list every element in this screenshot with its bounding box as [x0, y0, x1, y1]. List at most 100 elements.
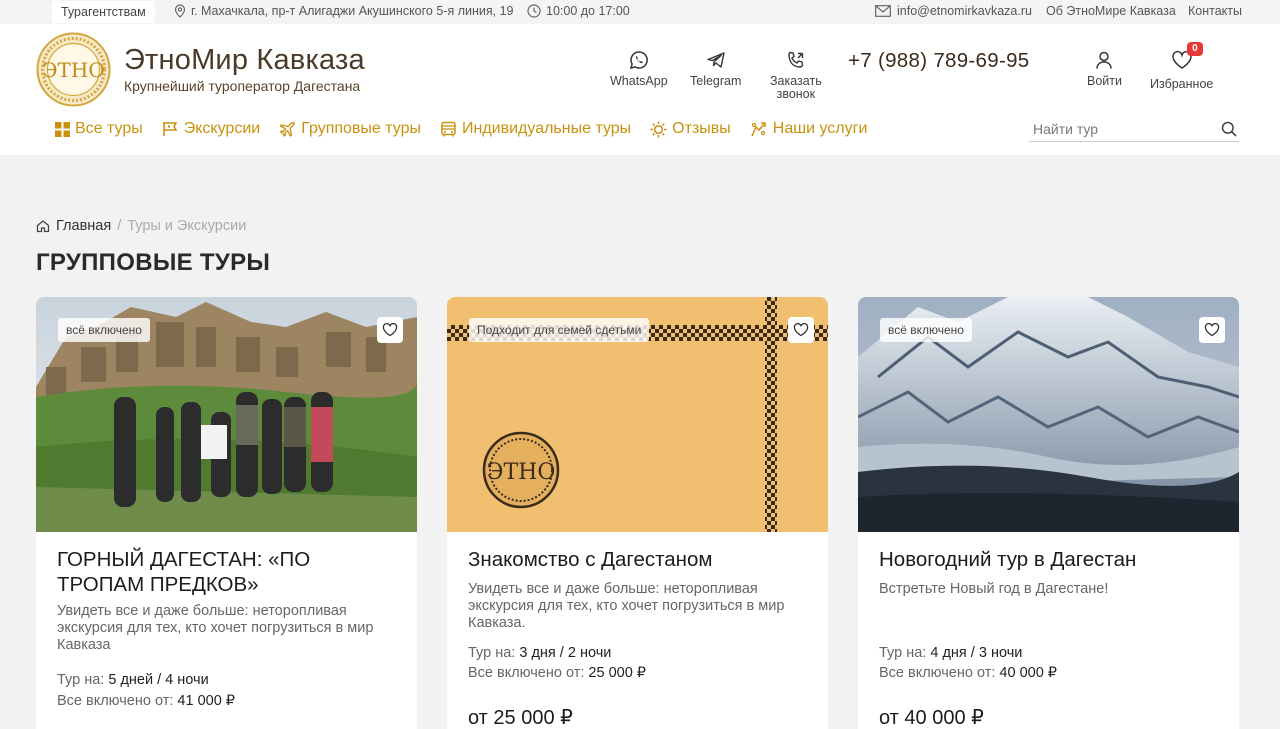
contacts-link[interactable]: Контакты [1188, 4, 1242, 18]
address: г. Махачкала, пр-т Алигаджи Акушинского … [174, 4, 513, 18]
tour-price: от 40 000 ₽ [879, 707, 984, 729]
mail-icon [875, 5, 891, 17]
nav-label: Отзывы [672, 120, 731, 137]
tour-tag: Подходит для семей сдетьми [469, 318, 650, 342]
breadcrumb-separator: / [117, 218, 122, 234]
nav-label: Все туры [75, 120, 143, 137]
tour-tag: всё включено [58, 318, 150, 342]
tour-duration: Тур на: 5 дней / 4 ночи [57, 670, 209, 690]
nav-label: Индивидуальные туры [461, 120, 632, 137]
tour-title[interactable]: Знакомство с Дагестаном [468, 547, 813, 572]
tour-duration: Тур на: 3 дня / 2 ночи [468, 643, 611, 663]
tour-duration: Тур на: 4 дня / 3 ночи [879, 643, 1022, 663]
add-to-favorites-button[interactable] [377, 317, 403, 343]
add-to-favorites-button[interactable] [788, 317, 814, 343]
logo-text: ЭТНО [42, 58, 104, 82]
tour-card[interactable]: всё включено ГОРНЫЙ ДАГЕСТАН: «ПО ТРОПАМ… [36, 297, 417, 729]
tour-description: Увидеть все и даже больше: неторопливая … [57, 603, 374, 653]
add-to-favorites-button[interactable] [1199, 317, 1225, 343]
logo-emblem-icon: ЭТНО [36, 32, 111, 107]
search-input[interactable] [1029, 118, 1209, 140]
email-link[interactable]: info@etnomirkavkaza.ru [875, 4, 1032, 18]
nav-excursions[interactable]: Экскурсии [162, 120, 260, 138]
nav-services[interactable]: Наши услуги [750, 120, 868, 138]
price-value: 40 000 ₽ [999, 665, 1058, 681]
price-label: Все включено от: [468, 665, 585, 681]
callback-button[interactable]: Заказать звонок [770, 50, 822, 101]
location-pin-icon [174, 4, 186, 18]
breadcrumb-current: Туры и Экскурсии [127, 218, 247, 234]
tour-description: Увидеть все и даже больше: неторопливая … [468, 581, 785, 631]
whatsapp-icon [629, 51, 648, 70]
hours-text: 10:00 до 17:00 [546, 4, 630, 18]
sun-icon [650, 121, 667, 137]
duration-value: 4 дня / 3 ночи [930, 645, 1023, 661]
site-header: ЭТНО ЭтноМир Кавказа Крупнейший туропера… [0, 24, 1280, 155]
services-icon [751, 121, 766, 136]
login-label: Войти [1087, 74, 1122, 88]
ornament-logo-text: ЭТНО [487, 460, 556, 485]
brand-title[interactable]: ЭтноМир Кавказа [124, 44, 365, 77]
tour-title[interactable]: Новогодний тур в Дагестан [879, 547, 1224, 572]
heart-icon [793, 323, 809, 337]
user-icon [1096, 51, 1113, 69]
duration-value: 3 дня / 2 ночи [519, 645, 612, 661]
favorites-count-badge: 0 [1187, 42, 1203, 56]
nav-label: Наши услуги [772, 120, 868, 137]
whatsapp-button[interactable]: WhatsApp [610, 50, 668, 88]
phone-number[interactable]: +7 (988) 789-69-95 [848, 49, 1029, 73]
nav-group-tours[interactable]: Групповые туры [279, 120, 421, 138]
clock-icon [527, 4, 541, 18]
tour-price-line: Все включено от: 40 000 ₽ [879, 663, 1057, 683]
bus-icon [441, 121, 456, 136]
whatsapp-label: WhatsApp [610, 74, 668, 88]
working-hours: 10:00 до 17:00 [527, 4, 630, 18]
nav-label: Экскурсии [183, 120, 261, 137]
favorites-icon-wrap: 0 [1171, 42, 1203, 78]
tour-description: Встретьте Новый год в Дагестане! [879, 581, 1109, 597]
tour-title[interactable]: ГОРНЫЙ ДАГЕСТАН: «ПО ТРОПАМ ПРЕДКОВ» [57, 547, 402, 597]
search-icon[interactable] [1221, 121, 1237, 137]
tour-search [1029, 118, 1239, 142]
tour-tag: всё включено [880, 318, 972, 342]
telegram-icon [707, 52, 725, 68]
address-text: г. Махачкала, пр-т Алигаджи Акушинского … [191, 4, 514, 18]
tour-card[interactable]: ЭТНО Подходит для семей сдетьми Знакомст… [447, 297, 828, 729]
brand-subtitle: Крупнейший туроператор Дагестана [124, 78, 361, 94]
telegram-label: Telegram [690, 74, 742, 88]
favorites-button[interactable]: 0 Избранное [1150, 42, 1214, 91]
breadcrumb: Главная / Туры и Экскурсии [36, 218, 246, 234]
callback-label-line2: звонок [776, 87, 816, 101]
grid-icon [55, 121, 70, 137]
nav-individual-tours[interactable]: Индивидуальные туры [440, 120, 631, 138]
price-value: 25 000 ₽ [588, 665, 647, 681]
duration-value: 5 дней / 4 ночи [108, 672, 209, 688]
price-value: 41 000 ₽ [177, 693, 236, 709]
tour-price: от 25 000 ₽ [468, 707, 573, 729]
flag-icon [162, 122, 178, 136]
price-label: Все включено от: [57, 693, 174, 709]
tour-price-line: Все включено от: 41 000 ₽ [57, 691, 235, 711]
nav-label: Групповые туры [301, 120, 421, 137]
heart-icon [382, 323, 398, 337]
tour-card[interactable]: всё включено Новогодний тур в Дагестан В… [858, 297, 1239, 729]
main-nav: Все туры Экскурсии Групповые туры Индиви… [55, 120, 886, 138]
breadcrumb-home[interactable]: Главная [56, 218, 111, 234]
favorites-label: Избранное [1150, 77, 1214, 91]
nav-all-tours[interactable]: Все туры [55, 120, 143, 138]
agencies-link[interactable]: Турагентствам [52, 1, 155, 23]
about-link[interactable]: Об ЭтноМире Кавказа [1046, 4, 1176, 18]
price-label: Все включено от: [879, 665, 996, 681]
plane-icon [280, 121, 295, 137]
duration-label: Тур на: [57, 672, 105, 688]
logo[interactable]: ЭТНО [36, 32, 111, 107]
login-button[interactable]: Войти [1087, 50, 1122, 88]
email-text: info@etnomirkavkaza.ru [897, 4, 1032, 18]
duration-label: Тур на: [879, 645, 927, 661]
nav-reviews[interactable]: Отзывы [650, 120, 731, 138]
telegram-button[interactable]: Telegram [690, 50, 741, 88]
home-icon [36, 220, 50, 233]
phone-callback-icon [788, 51, 804, 68]
page-title: ГРУППОВЫЕ ТУРЫ [36, 249, 271, 276]
tour-price-line: Все включено от: 25 000 ₽ [468, 663, 646, 683]
